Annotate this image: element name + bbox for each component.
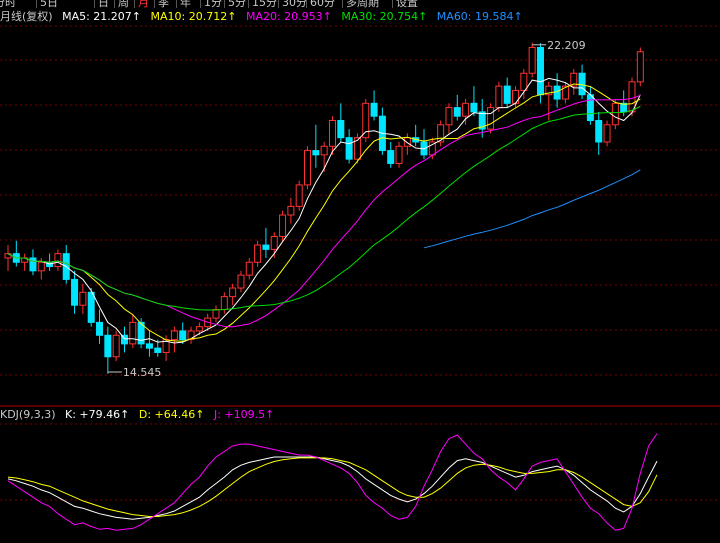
candle-body xyxy=(453,107,461,117)
candle-body xyxy=(403,137,411,147)
candle-body xyxy=(337,120,345,139)
candle-body xyxy=(512,89,520,104)
high-price-label: 22.209 xyxy=(547,39,586,52)
candle-body xyxy=(104,334,112,358)
candle-body xyxy=(553,85,561,100)
low-price-label: 14.545 xyxy=(123,366,162,379)
candle-body xyxy=(179,330,187,341)
candle-body xyxy=(578,72,586,96)
candle-body xyxy=(387,150,395,164)
candle-body xyxy=(528,46,536,74)
candle-body xyxy=(636,51,644,83)
candle-body xyxy=(270,235,278,250)
candle-body xyxy=(79,291,87,306)
candle-body xyxy=(536,46,544,96)
stock-chart[interactable]: 22.209 14.545 xyxy=(0,0,720,543)
kdj-k-line xyxy=(7,456,658,520)
candle-body xyxy=(312,150,320,156)
candle-body xyxy=(320,145,328,156)
candle-body xyxy=(586,94,594,121)
candle-body xyxy=(54,253,62,268)
candle-body xyxy=(295,184,303,207)
candle-body xyxy=(287,205,295,216)
candle-body xyxy=(603,124,611,143)
candle-body xyxy=(220,296,228,311)
candle-body xyxy=(462,102,470,117)
candle-body xyxy=(237,274,245,289)
candle-body xyxy=(254,244,262,263)
candle-body xyxy=(370,102,378,117)
candle-body xyxy=(129,321,137,345)
candle-body xyxy=(212,309,220,319)
candle-body xyxy=(262,244,270,250)
candle-body xyxy=(279,214,287,237)
candle-body xyxy=(470,102,478,113)
candle-body xyxy=(437,124,445,143)
candle-body xyxy=(503,85,511,104)
candle-body xyxy=(71,278,79,306)
candle-body xyxy=(245,261,253,276)
candle-body xyxy=(520,72,528,91)
candle-body xyxy=(345,137,353,160)
ma30-line xyxy=(7,106,641,311)
candle-body xyxy=(87,291,95,323)
candle-body xyxy=(304,150,312,186)
candle-body xyxy=(37,261,45,272)
candle-body xyxy=(595,120,603,143)
candle-body xyxy=(328,120,336,147)
candle-body xyxy=(195,326,203,332)
candle-body xyxy=(170,330,178,341)
candle-body xyxy=(112,334,120,358)
candle-body xyxy=(362,102,370,139)
kdj-j-line xyxy=(7,433,658,531)
candle-body xyxy=(487,107,495,130)
ma60-line xyxy=(423,169,641,249)
candle-body xyxy=(495,85,503,109)
candle-body xyxy=(611,102,619,126)
candle-body xyxy=(145,343,153,349)
candle-body xyxy=(154,347,162,353)
candle-body xyxy=(229,287,237,298)
candle-body xyxy=(395,145,403,164)
candle-body xyxy=(96,321,104,336)
candle-body xyxy=(445,107,453,126)
